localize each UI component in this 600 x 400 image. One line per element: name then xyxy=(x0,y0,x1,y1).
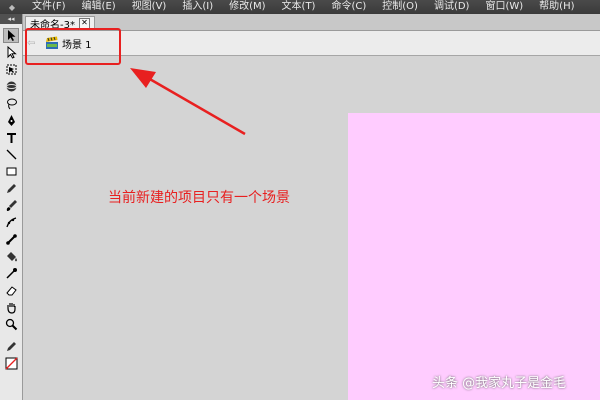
menu-control[interactable]: 控制(O) xyxy=(374,0,426,14)
menu-insert[interactable]: 插入(I) xyxy=(174,0,221,14)
menu-view[interactable]: 视图(V) xyxy=(124,0,175,14)
fill-color-icon[interactable] xyxy=(3,356,19,371)
stroke-color-icon[interactable] xyxy=(3,339,19,354)
annotation-caption: 当前新建的项目只有一个场景 xyxy=(108,190,290,206)
lasso-icon[interactable] xyxy=(3,96,19,111)
menu-help[interactable]: 帮助(H) xyxy=(531,0,582,14)
free-transform-icon[interactable] xyxy=(3,62,19,77)
3d-rotation-icon[interactable] xyxy=(3,79,19,94)
menu-grip-icon: ◆ xyxy=(8,2,16,12)
eyedropper-icon[interactable] xyxy=(3,266,19,281)
pencil-icon[interactable] xyxy=(3,181,19,196)
menu-debug[interactable]: 调试(D) xyxy=(426,0,478,14)
selection-arrow-icon[interactable] xyxy=(3,28,19,43)
menu-edit[interactable]: 编辑(E) xyxy=(74,0,124,14)
deco-icon[interactable] xyxy=(3,215,19,230)
menu-window[interactable]: 窗口(W) xyxy=(477,0,531,14)
rectangle-icon[interactable] xyxy=(3,164,19,179)
eraser-icon[interactable] xyxy=(3,283,19,298)
pen-icon[interactable] xyxy=(3,113,19,128)
subselection-icon[interactable] xyxy=(3,45,19,60)
menu-modify[interactable]: 修改(M) xyxy=(221,0,273,14)
menu-bar: ◆ 文件(F) 编辑(E) 视图(V) 插入(I) 修改(M) 文本(T) 命令… xyxy=(0,0,600,14)
hand-icon[interactable] xyxy=(3,300,19,315)
zoom-icon[interactable] xyxy=(3,317,19,332)
stage-canvas[interactable] xyxy=(348,113,600,400)
watermark: 头条 @我家丸子是金毛 xyxy=(432,376,567,391)
panel-collapse-icon[interactable]: ◂◂ xyxy=(0,14,22,24)
menu-text[interactable]: 文本(T) xyxy=(274,0,324,14)
paint-bucket-icon[interactable] xyxy=(3,249,19,264)
text-tool-icon[interactable] xyxy=(3,130,19,145)
tools-panel: ◂◂ xyxy=(0,14,23,400)
menu-commands[interactable]: 命令(C) xyxy=(323,0,374,14)
line-icon[interactable] xyxy=(3,147,19,162)
annotation-highlight-box xyxy=(25,28,121,65)
brush-icon[interactable] xyxy=(3,198,19,213)
bone-icon[interactable] xyxy=(3,232,19,247)
menu-file[interactable]: 文件(F) xyxy=(24,0,74,14)
